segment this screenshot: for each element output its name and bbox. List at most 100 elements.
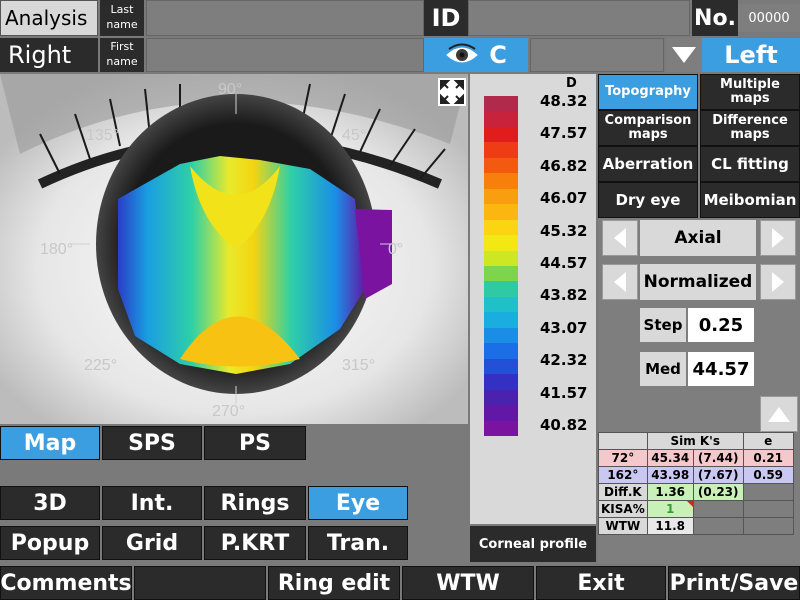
scroll-up-button[interactable]: [760, 396, 798, 432]
map-type-prev-button[interactable]: [602, 220, 638, 256]
id-field[interactable]: [468, 0, 690, 36]
scale-swatch: [484, 126, 518, 143]
id-label: ID: [424, 0, 468, 36]
scale-swatch: [484, 374, 518, 391]
difference-maps-button[interactable]: Difference maps: [700, 110, 800, 146]
exit-button[interactable]: Exit: [536, 566, 666, 600]
scale-swatch: [484, 157, 518, 174]
toggle-rings[interactable]: Rings: [204, 486, 306, 520]
scale-label: 45.32: [540, 221, 588, 240]
eye-image: 90° 45° 135° 180° 0° 225° 315° 270°: [0, 74, 468, 424]
simk-row2-axis: 162°: [598, 466, 648, 484]
meibomian-button[interactable]: Meibomian: [700, 182, 800, 218]
simk-wtw-r: [692, 517, 744, 535]
comparison-maps-button[interactable]: Comparison maps: [598, 110, 698, 146]
map-type-next-button[interactable]: [760, 220, 796, 256]
corneal-profile-button[interactable]: Corneal profile: [470, 526, 596, 562]
last-name-label: Last name: [100, 0, 144, 36]
scale-label: 40.82: [540, 416, 588, 434]
last-name-field[interactable]: [146, 0, 424, 36]
scale-label: 48.32: [540, 92, 588, 110]
topography-button[interactable]: Topography: [598, 74, 698, 110]
simk-header-blank: [598, 432, 648, 450]
wtw-button[interactable]: WTW: [402, 566, 534, 600]
toggle-popup[interactable]: Popup: [0, 526, 100, 560]
angle-label-45: 45°: [342, 127, 366, 144]
arrow-left-icon: [614, 272, 626, 292]
tab-ps[interactable]: PS: [204, 426, 306, 460]
scale-swatch: [484, 142, 518, 159]
cl-fitting-button[interactable]: CL fitting: [700, 146, 800, 182]
simk-row1-k: 45.34: [646, 449, 694, 467]
simk-wtw-label: WTW: [598, 517, 648, 535]
med-value[interactable]: 44.57: [688, 352, 754, 386]
step-value[interactable]: 0.25: [688, 308, 754, 342]
step-label: Step: [640, 308, 686, 342]
triangle-down-icon: [672, 47, 696, 63]
scale-bar: [484, 96, 518, 437]
left-eye-button[interactable]: Left: [702, 38, 800, 72]
simk-header-e: e: [742, 432, 794, 450]
scale-swatch: [484, 266, 518, 282]
toggle-pkrt[interactable]: P.KRT: [204, 526, 306, 560]
multiple-maps-button[interactable]: Multiple maps: [700, 74, 800, 110]
scale-swatch: [484, 188, 518, 205]
toggle-eye[interactable]: Eye: [308, 486, 408, 520]
scale-swatch: [484, 111, 518, 128]
eye-selector[interactable]: C: [424, 38, 528, 72]
topography-map[interactable]: 90° 45° 135° 180° 0° 225° 315° 270°: [0, 74, 468, 424]
ring-edit-button[interactable]: Ring edit: [268, 566, 400, 600]
print-save-button[interactable]: Print/Save: [668, 566, 800, 600]
simk-kisa-r: [692, 500, 744, 518]
scale-label: 43.07: [540, 318, 588, 337]
comments-button[interactable]: Comments: [0, 566, 132, 600]
angle-label-315: 315°: [342, 357, 375, 374]
scale-label: 43.82: [540, 286, 588, 305]
angle-label-270: 270°: [212, 403, 245, 420]
analysis-title: Analysis: [0, 0, 98, 36]
toggle-int[interactable]: Int.: [102, 486, 202, 520]
scale-label: 46.07: [540, 189, 588, 208]
map-type-value: Axial: [640, 220, 756, 256]
simk-header-title: Sim K's: [646, 432, 744, 450]
right-panel: Topography Multiple maps Comparison maps…: [598, 74, 800, 432]
simk-row1-axis: 72°: [598, 449, 648, 467]
aberration-button[interactable]: Aberration: [598, 146, 698, 182]
simk-row2-r: (7.67): [692, 466, 744, 484]
angle-label-225: 225°: [84, 357, 117, 374]
dry-eye-button[interactable]: Dry eye: [598, 182, 698, 218]
simk-row1-e: 0.21: [742, 449, 794, 467]
simk-kisa-label: KISA%: [598, 500, 648, 518]
no-label: No.: [692, 0, 738, 36]
scale-unit: D: [566, 76, 577, 91]
blank-button[interactable]: [134, 566, 266, 600]
simk-row2-e: 0.59: [742, 466, 794, 484]
first-name-field[interactable]: [146, 38, 424, 72]
scale-type-next-button[interactable]: [760, 264, 796, 300]
simk-wtw-e: [742, 517, 794, 535]
simk-kisa-e: [742, 500, 794, 518]
toggle-3d[interactable]: 3D: [0, 486, 100, 520]
tab-sps[interactable]: SPS: [102, 426, 202, 460]
right-eye-button[interactable]: Right: [0, 38, 98, 72]
scale-swatch: [484, 420, 518, 437]
toggle-grid[interactable]: Grid: [102, 526, 202, 560]
scale-swatch: [484, 312, 518, 329]
simk-diffk-e: [742, 483, 794, 501]
expand-icon[interactable]: [438, 78, 466, 106]
scale-type-prev-button[interactable]: [602, 264, 638, 300]
toggle-tran[interactable]: Tran.: [308, 526, 408, 560]
dropdown-button[interactable]: [666, 38, 702, 72]
simk-diffk-r: (0.23): [692, 483, 744, 501]
eye-icon: [446, 43, 478, 63]
scale-swatch: [484, 250, 518, 267]
scale-swatch: [484, 219, 518, 236]
scale-swatch: [484, 343, 518, 360]
first-name-label: First name: [100, 38, 144, 72]
simk-kisa-value: 1: [646, 500, 694, 518]
simk-row1-r: (7.44): [692, 449, 744, 467]
arrow-right-icon: [772, 272, 784, 292]
tab-map[interactable]: Map: [0, 426, 100, 460]
no-field[interactable]: 00000: [738, 4, 800, 32]
arrow-left-icon: [614, 228, 626, 248]
